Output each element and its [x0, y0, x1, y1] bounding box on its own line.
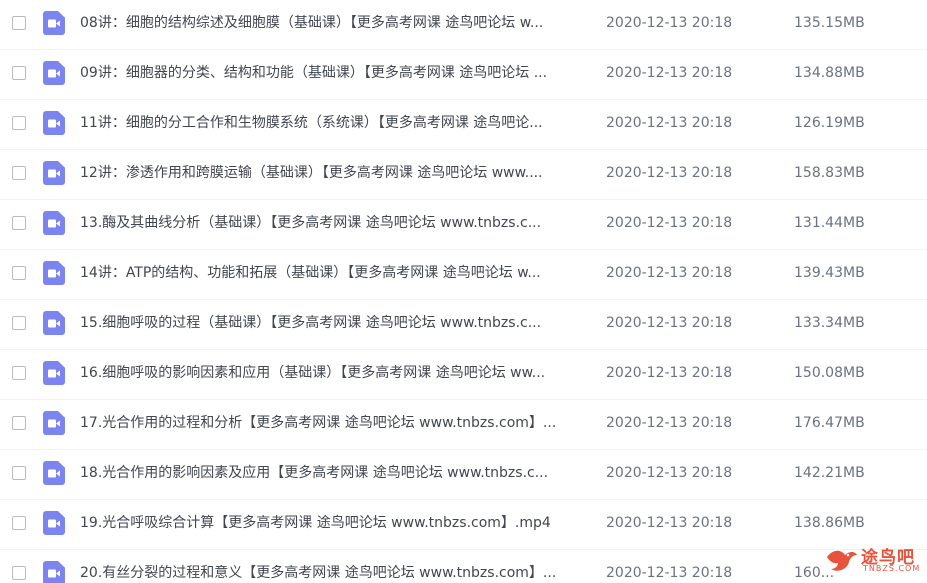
file-name[interactable]: 20.有丝分裂的过程和意义【更多高考网课 途鸟吧论坛 www.tnbzs.com…	[80, 564, 588, 582]
file-name[interactable]: 16.细胞呼吸的影响因素和应用（基础课）【更多高考网课 途鸟吧论坛 ww...	[80, 364, 588, 382]
row-checkbox[interactable]	[12, 16, 26, 30]
file-date: 2020-12-13 20:18	[606, 215, 733, 231]
file-row[interactable]: 11讲：细胞的分工合作和生物膜系统（系统课）【更多高考网课 途鸟吧论... 202…	[0, 100, 927, 150]
row-checkbox[interactable]	[12, 216, 26, 230]
file-date: 2020-12-13 20:18	[606, 365, 733, 381]
row-checkbox[interactable]	[12, 516, 26, 530]
file-size: 134.88MB	[794, 65, 865, 81]
file-name[interactable]: 19.光合呼吸综合计算【更多高考网课 途鸟吧论坛 www.tnbzs.com】.…	[80, 514, 588, 532]
file-size: 158.83MB	[794, 165, 865, 181]
video-file-icon	[43, 361, 65, 385]
file-size: 142.21MB	[794, 465, 865, 481]
file-name[interactable]: 12讲：渗透作用和跨膜运输（基础课）【更多高考网课 途鸟吧论坛 www....	[80, 164, 588, 182]
video-file-icon	[43, 61, 65, 85]
row-checkbox[interactable]	[12, 566, 26, 580]
file-date: 2020-12-13 20:18	[606, 565, 733, 581]
file-date: 2020-12-13 20:18	[606, 15, 733, 31]
file-date: 2020-12-13 20:18	[606, 115, 733, 131]
video-file-icon	[43, 561, 65, 583]
row-checkbox[interactable]	[12, 366, 26, 380]
file-row[interactable]: 17.光合作用的过程和分析【更多高考网课 途鸟吧论坛 www.tnbzs.com…	[0, 400, 927, 450]
file-row[interactable]: 13.酶及其曲线分析（基础课）【更多高考网课 途鸟吧论坛 www.tnbzs.c…	[0, 200, 927, 250]
file-row[interactable]: 12讲：渗透作用和跨膜运输（基础课）【更多高考网课 途鸟吧论坛 www.... 2…	[0, 150, 927, 200]
file-size: 138.86MB	[794, 515, 865, 531]
file-size: 139.43MB	[794, 265, 865, 281]
file-row[interactable]: 16.细胞呼吸的影响因素和应用（基础课）【更多高考网课 途鸟吧论坛 ww... 2…	[0, 350, 927, 400]
file-size: 150.08MB	[794, 365, 865, 381]
file-size: 135.15MB	[794, 15, 865, 31]
video-file-icon	[43, 261, 65, 285]
file-row[interactable]: 09讲：细胞器的分类、结构和功能（基础课）【更多高考网课 途鸟吧论坛 ... 20…	[0, 50, 927, 100]
file-size: 131.44MB	[794, 215, 865, 231]
watermark-subtext: TNBZS.COM	[863, 564, 921, 573]
file-date: 2020-12-13 20:18	[606, 265, 733, 281]
video-file-icon	[43, 161, 65, 185]
file-name[interactable]: 08讲：细胞的结构综述及细胞膜（基础课）【更多高考网课 途鸟吧论坛 w...	[80, 14, 588, 32]
file-date: 2020-12-13 20:18	[606, 515, 733, 531]
file-list: 08讲：细胞的结构综述及细胞膜（基础课）【更多高考网课 途鸟吧论坛 w... 20…	[0, 0, 927, 583]
file-date: 2020-12-13 20:18	[606, 315, 733, 331]
file-date: 2020-12-13 20:18	[606, 165, 733, 181]
bird-logo-icon	[827, 550, 857, 571]
video-file-icon	[43, 411, 65, 435]
watermark-logo: 途鸟吧 TNBZS.COM	[825, 543, 919, 577]
row-checkbox[interactable]	[12, 466, 26, 480]
file-name[interactable]: 09讲：细胞器的分类、结构和功能（基础课）【更多高考网课 途鸟吧论坛 ...	[80, 64, 588, 82]
file-name[interactable]: 13.酶及其曲线分析（基础课）【更多高考网课 途鸟吧论坛 www.tnbzs.c…	[80, 214, 588, 232]
row-checkbox[interactable]	[12, 266, 26, 280]
file-name[interactable]: 18.光合作用的影响因素及应用【更多高考网课 途鸟吧论坛 www.tnbzs.c…	[80, 464, 588, 482]
file-row[interactable]: 18.光合作用的影响因素及应用【更多高考网课 途鸟吧论坛 www.tnbzs.c…	[0, 450, 927, 500]
row-checkbox[interactable]	[12, 316, 26, 330]
file-size: 133.34MB	[794, 315, 865, 331]
file-name[interactable]: 14讲：ATP的结构、功能和拓展（基础课）【更多高考网课 途鸟吧论坛 w...	[80, 264, 588, 282]
file-row[interactable]: 20.有丝分裂的过程和意义【更多高考网课 途鸟吧论坛 www.tnbzs.com…	[0, 550, 927, 583]
video-file-icon	[43, 211, 65, 235]
row-checkbox[interactable]	[12, 166, 26, 180]
file-size: 126.19MB	[794, 115, 865, 131]
file-date: 2020-12-13 20:18	[606, 65, 733, 81]
row-checkbox[interactable]	[12, 116, 26, 130]
file-date: 2020-12-13 20:18	[606, 465, 733, 481]
row-checkbox[interactable]	[12, 66, 26, 80]
video-file-icon	[43, 311, 65, 335]
file-name[interactable]: 15.细胞呼吸的过程（基础课）【更多高考网课 途鸟吧论坛 www.tnbzs.c…	[80, 314, 588, 332]
video-file-icon	[43, 511, 65, 535]
file-row[interactable]: 08讲：细胞的结构综述及细胞膜（基础课）【更多高考网课 途鸟吧论坛 w... 20…	[0, 0, 927, 50]
row-checkbox[interactable]	[12, 416, 26, 430]
file-name[interactable]: 11讲：细胞的分工合作和生物膜系统（系统课）【更多高考网课 途鸟吧论...	[80, 114, 588, 132]
file-date: 2020-12-13 20:18	[606, 415, 733, 431]
file-row[interactable]: 14讲：ATP的结构、功能和拓展（基础课）【更多高考网课 途鸟吧论坛 w... 2…	[0, 250, 927, 300]
video-file-icon	[43, 111, 65, 135]
file-row[interactable]: 15.细胞呼吸的过程（基础课）【更多高考网课 途鸟吧论坛 www.tnbzs.c…	[0, 300, 927, 350]
file-size: 176.47MB	[794, 415, 865, 431]
file-name[interactable]: 17.光合作用的过程和分析【更多高考网课 途鸟吧论坛 www.tnbzs.com…	[80, 414, 588, 432]
video-file-icon	[43, 461, 65, 485]
video-file-icon	[43, 11, 65, 35]
file-row[interactable]: 19.光合呼吸综合计算【更多高考网课 途鸟吧论坛 www.tnbzs.com】.…	[0, 500, 927, 550]
